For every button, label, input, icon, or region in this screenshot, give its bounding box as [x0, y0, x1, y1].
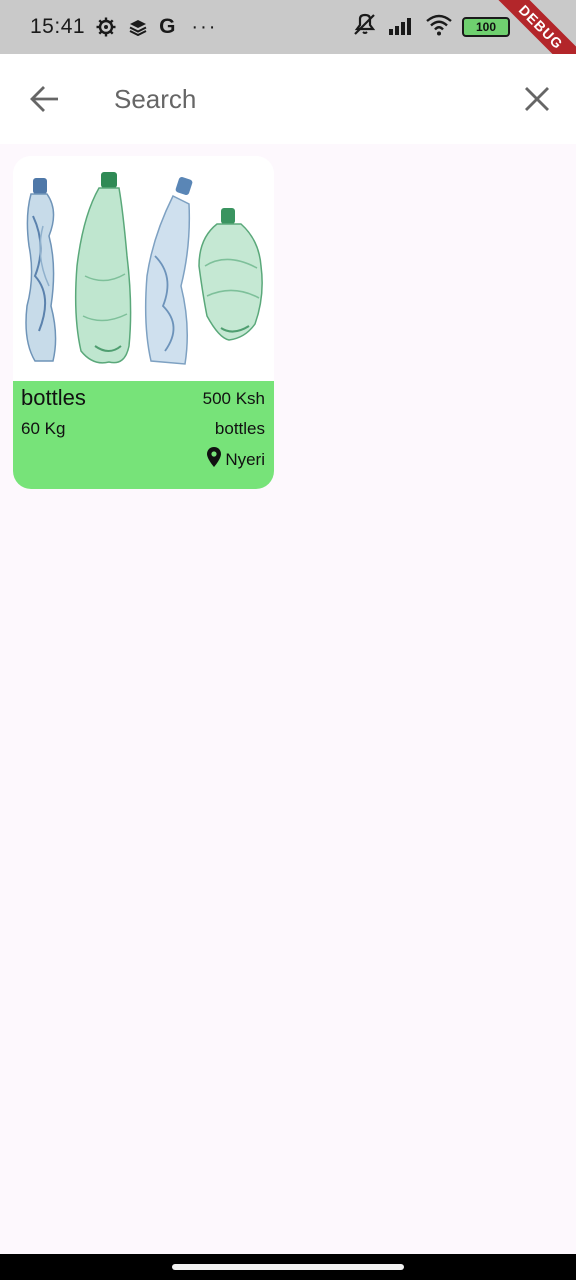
- navigation-bar: [0, 1254, 576, 1280]
- google-icon: G: [159, 15, 176, 38]
- item-category: bottles: [214, 419, 265, 438]
- result-card[interactable]: bottles 500 Ksh 60 Kg bottles Nyeri: [13, 156, 274, 489]
- settings-gear-icon: [95, 16, 117, 38]
- location-pin-icon: [207, 447, 222, 472]
- wifi-icon: [426, 14, 452, 41]
- status-time: 15:41: [30, 15, 86, 38]
- item-location-label: Nyeri: [225, 449, 265, 469]
- cellular-signal-icon: [388, 15, 416, 40]
- search-app-bar: [0, 54, 576, 144]
- status-bar: 15:41 G ··· 100 DEBUG: [0, 0, 576, 54]
- item-price: 500 Ksh: [202, 389, 265, 408]
- search-input[interactable]: [114, 78, 494, 120]
- back-arrow-icon[interactable]: [28, 84, 62, 114]
- item-weight: 60 Kg: [21, 419, 66, 438]
- status-left: 15:41 G ···: [30, 15, 217, 39]
- home-indicator[interactable]: [172, 1264, 404, 1270]
- more-notifications-icon: ···: [191, 15, 218, 38]
- battery-icon: 100: [462, 17, 510, 37]
- card-info-panel: bottles 500 Ksh 60 Kg bottles Nyeri: [13, 381, 274, 489]
- item-location: Nyeri: [207, 447, 265, 472]
- plastic-bottles-image: [13, 156, 274, 381]
- layers-icon: [127, 16, 149, 38]
- clear-search-icon[interactable]: [524, 86, 550, 112]
- mute-vibrate-icon: [352, 13, 378, 42]
- item-title: bottles: [21, 385, 86, 410]
